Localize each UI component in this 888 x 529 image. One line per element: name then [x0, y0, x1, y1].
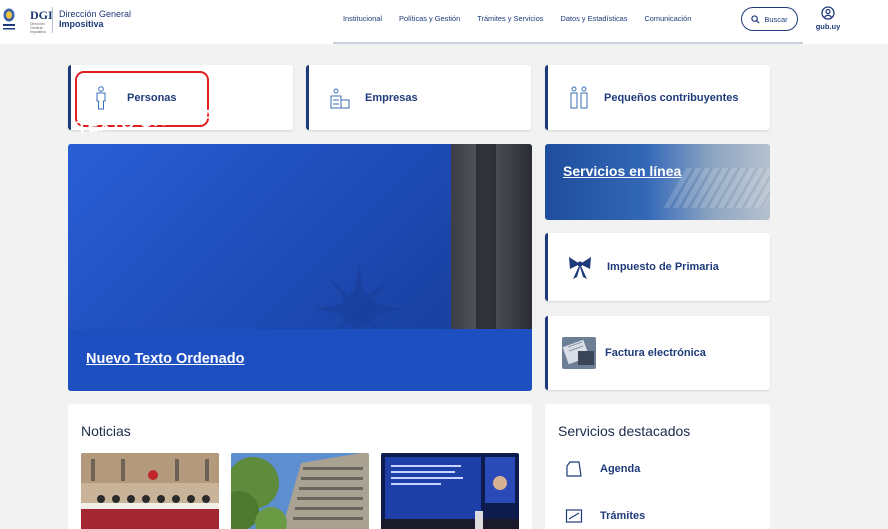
nav-politicas-gestion[interactable]: Políticas y Gestión [399, 14, 460, 23]
main-nav: Institucional Políticas y Gestión Trámit… [343, 14, 708, 23]
servicios-en-linea-banner[interactable]: Servicios en línea [545, 144, 770, 220]
news-item-image-2[interactable] [231, 453, 369, 529]
site-title-line2: Impositiva [59, 19, 104, 29]
user-icon [821, 6, 835, 20]
small-taxpayers-icon [568, 86, 590, 110]
featured-services-section: Servicios destacados Agenda Trámites [545, 404, 770, 529]
business-icon [329, 87, 351, 109]
search-icon [751, 14, 760, 24]
logo-divider [52, 7, 53, 33]
site-header: DGI Dirección General Impositiva Direcci… [0, 0, 888, 44]
nav-tramites-servicios[interactable]: Trámites y Servicios [477, 14, 543, 23]
news-section: Noticias [68, 404, 532, 529]
nav-datos-estadisticas[interactable]: Datos y Estadísticas [561, 14, 628, 23]
featured-services-title: Servicios destacados [558, 423, 691, 439]
tramites-icon [565, 509, 583, 523]
news-title: Noticias [81, 423, 131, 439]
card-primaria-label: Impuesto de Primaria [607, 261, 719, 273]
servicios-en-linea-link[interactable]: Servicios en línea [563, 163, 681, 179]
hero-monitor-shadow [476, 144, 496, 329]
card-factura-label: Factura electrónica [605, 347, 706, 359]
uruguay-crest-icon [3, 8, 15, 30]
dgi-logo[interactable]: DGI [30, 8, 53, 23]
nav-comunicacion[interactable]: Comunicación [644, 14, 691, 23]
dgi-logo-subtitle: Dirección General Impositiva [30, 22, 46, 34]
invoice-photo-icon [562, 337, 596, 369]
search-button[interactable]: Buscar [741, 7, 798, 31]
featured-item-tramites[interactable]: Trámites [565, 507, 645, 525]
news-item-image-3[interactable] [381, 453, 519, 529]
featured-item-agenda-label: Agenda [600, 463, 641, 475]
card-pequenos-contribuyentes[interactable]: Pequeños contribuyentes [545, 65, 770, 130]
ribbon-bow-icon [566, 253, 594, 281]
card-empresas-label: Empresas [365, 91, 418, 104]
search-label: Buscar [764, 14, 788, 24]
news-item-image-1[interactable] [81, 453, 219, 529]
card-impuesto-primaria[interactable]: Impuesto de Primaria [545, 233, 770, 301]
featured-item-tramites-label: Trámites [600, 510, 646, 522]
site-title-line1: Dirección General [59, 9, 132, 19]
agenda-icon [566, 461, 582, 477]
nav-underline [333, 42, 803, 44]
card-empresas[interactable]: Empresas [306, 65, 531, 130]
gub-uy-link[interactable]: gub.uy [813, 6, 843, 31]
site-title[interactable]: Dirección General Impositiva [59, 9, 131, 29]
featured-item-agenda[interactable]: Agenda [565, 460, 640, 478]
card-pequenos-label: Pequeños contribuyentes [604, 91, 739, 104]
card-factura-electronica[interactable]: Factura electrónica [545, 316, 770, 390]
gub-uy-label: gub.uy [815, 22, 841, 31]
nav-institucional[interactable]: Institucional [343, 14, 382, 23]
hero-link-nuevo-texto-ordenado[interactable]: Nuevo Texto Ordenado [86, 351, 244, 367]
